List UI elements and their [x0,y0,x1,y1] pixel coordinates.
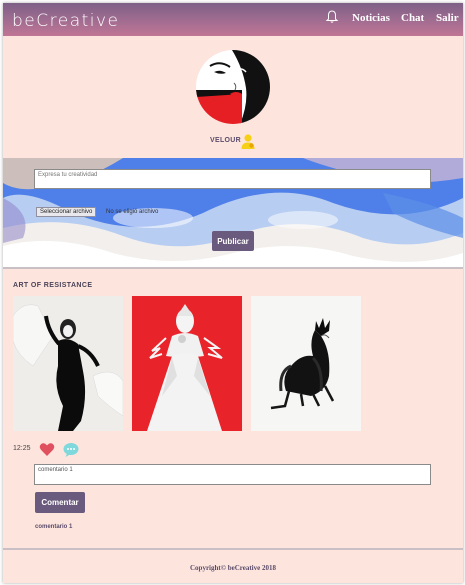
album-photo-3[interactable] [251,296,361,431]
nav-logout-link[interactable]: Salir [436,12,459,24]
file-select-button[interactable]: Seleccionar archivo [36,207,97,217]
avatar[interactable] [196,50,270,124]
page: beCreative Noticias Chat Salir VELOUR Ex… [3,3,463,583]
album-photo-1[interactable] [13,296,123,431]
heart-icon[interactable] [39,442,55,457]
post-time: 12:25 [13,445,31,452]
post-form: Seleccionar archivo No se eligió archivo… [3,158,463,269]
brand-logo[interactable]: beCreative [12,11,120,31]
comment-item: comentario 1 [35,524,73,530]
comment-button[interactable]: Comentar [35,492,85,513]
album-photo-2[interactable] [132,296,242,431]
footer: Copyright© beCreative 2018 [3,550,463,583]
footer-copyright: Copyright© beCreative 2018 [190,564,276,572]
nav-chat-link[interactable]: Chat [401,12,424,24]
album-title: ART OF RESISTANCE [13,282,93,289]
nav-news-link[interactable]: Noticias [352,12,390,24]
file-status: No se eligió archivo [106,209,159,215]
user-icon [241,134,255,149]
post-textarea[interactable] [34,169,431,189]
bell-icon[interactable] [325,9,339,25]
publish-button[interactable]: Publicar [212,231,254,251]
navbar: beCreative Noticias Chat Salir [3,3,463,36]
comment-input[interactable]: comentario 1 [34,464,431,485]
comment-bubble-icon[interactable] [63,442,79,457]
profile-username[interactable]: VELOUR [210,137,241,144]
